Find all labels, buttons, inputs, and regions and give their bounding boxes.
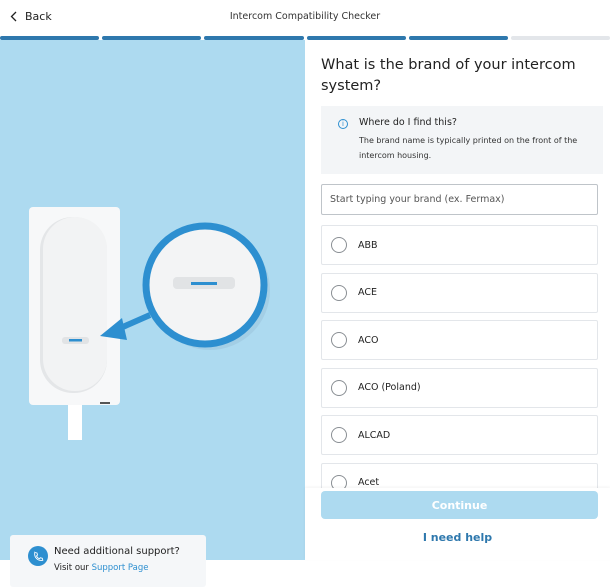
brand-label: ACO (Poland) [358, 382, 421, 393]
brand-label: Acet [358, 477, 380, 488]
brand-option[interactable]: ACO [321, 320, 598, 360]
brand-option[interactable]: ALCAD [321, 415, 598, 455]
brand-option[interactable]: ACO (Poland) [321, 367, 598, 408]
illustration-panel: Need additional support? Visit our Suppo… [0, 40, 305, 587]
question-panel: What is the brand of your intercom syste… [305, 40, 610, 560]
header: Back Intercom Compatibility Checker [0, 0, 610, 36]
brand-option[interactable]: Acet [321, 462, 598, 488]
radio-button[interactable] [331, 332, 347, 348]
brand-search-input[interactable] [321, 184, 598, 215]
need-help-link[interactable]: I need help [305, 531, 610, 544]
radio-button[interactable] [331, 237, 347, 253]
footer: Continue I need help [305, 488, 610, 560]
brand-label: ALCAD [358, 429, 391, 441]
radio-button[interactable] [331, 284, 347, 301]
brand-label: ABB [358, 239, 378, 251]
continue-button[interactable]: Continue [321, 491, 598, 519]
phone-icon [28, 546, 48, 566]
support-prefix: Visit our [54, 563, 89, 573]
radio-button[interactable] [331, 379, 347, 396]
handset [43, 217, 107, 391]
info-box: i Where do I find this? The brand name i… [321, 106, 603, 174]
info-icon: i [338, 119, 348, 129]
support-card: Need additional support? Visit our Suppo… [10, 535, 206, 587]
brand-option[interactable]: ABB [321, 225, 598, 265]
support-title: Need additional support? [54, 546, 180, 557]
info-title: Where do I find this? [359, 117, 457, 128]
brand-list: ABB ACE ACO ACO (Poland) ALCAD Acet [321, 225, 598, 488]
info-text: The brand name is typically printed on t… [359, 136, 578, 160]
support-page-link[interactable]: Support Page [92, 563, 149, 573]
page-title: Intercom Compatibility Checker [229, 11, 381, 22]
brand-label: ACE [358, 287, 377, 298]
radio-button[interactable] [331, 427, 347, 443]
radio-button[interactable] [331, 474, 347, 488]
brand-option[interactable]: ACE [321, 272, 598, 313]
intercom-illustration [29, 207, 270, 440]
brand-label: ACO [358, 334, 379, 346]
question-title: What is the brand of your intercom syste… [321, 57, 576, 94]
